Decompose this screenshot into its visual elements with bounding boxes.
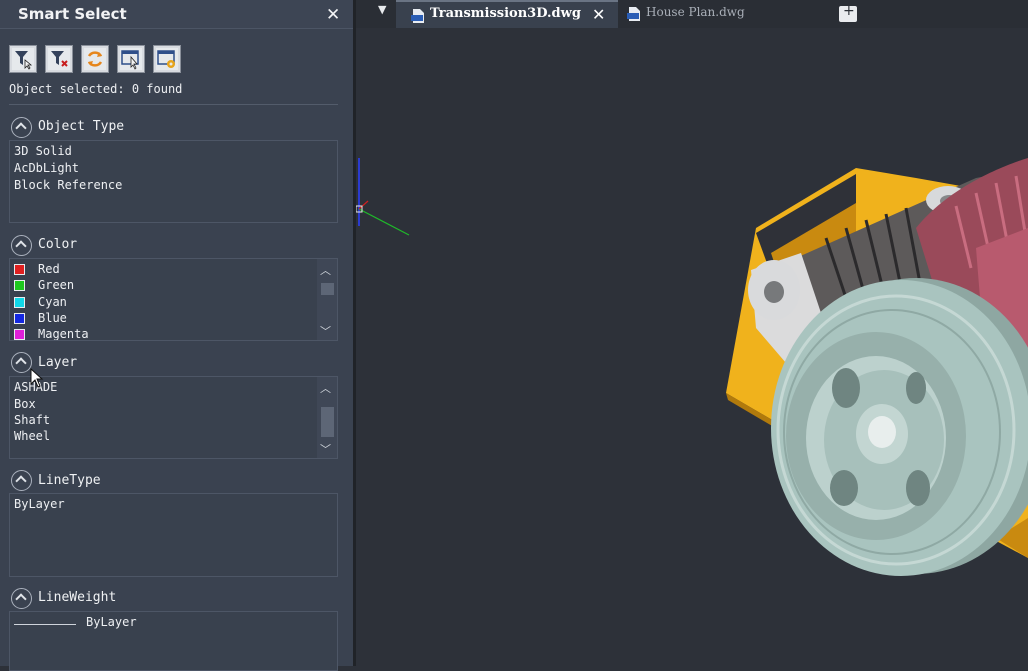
selection-status: Object selected: 0 found bbox=[9, 82, 183, 96]
list-item[interactable]: Box bbox=[14, 397, 36, 411]
color-swatch bbox=[14, 329, 25, 340]
tab-house-plan[interactable]: House Plan.dwg bbox=[620, 0, 830, 28]
list-item[interactable]: Red bbox=[38, 262, 60, 276]
section-lineweight[interactable]: LineWeight bbox=[38, 590, 116, 605]
list-item[interactable]: 3D Solid bbox=[14, 144, 72, 158]
scroll-down-icon[interactable]: ﹀ bbox=[320, 323, 331, 339]
linetype-list[interactable]: ByLayer bbox=[9, 493, 338, 577]
close-icon[interactable]: ✕ bbox=[592, 5, 605, 24]
list-item[interactable]: Block Reference bbox=[14, 178, 122, 192]
section-linetype[interactable]: LineType bbox=[38, 473, 101, 488]
smart-select-panel: Smart Select ✕ Object selected: 0 found … bbox=[0, 0, 353, 671]
collapse-icon[interactable] bbox=[11, 588, 32, 609]
color-swatch bbox=[14, 313, 25, 324]
panel-header: Smart Select ✕ bbox=[0, 0, 353, 28]
color-swatch bbox=[14, 264, 25, 275]
tab-list-dropdown-icon[interactable]: ▼ bbox=[378, 3, 394, 25]
list-item[interactable]: Green bbox=[38, 278, 74, 292]
ucs-icon bbox=[356, 158, 410, 236]
new-tab-icon[interactable] bbox=[839, 3, 857, 22]
collapse-icon[interactable] bbox=[11, 352, 32, 373]
dwg-file-icon bbox=[411, 9, 424, 23]
color-swatch bbox=[14, 297, 25, 308]
scrollbar[interactable]: ︿ ﹀ bbox=[317, 259, 337, 340]
lineweight-sample bbox=[14, 624, 76, 625]
section-object-type[interactable]: Object Type bbox=[38, 119, 124, 134]
divider bbox=[9, 104, 338, 105]
list-item[interactable]: Blue bbox=[38, 311, 67, 325]
list-item[interactable]: ByLayer bbox=[14, 497, 65, 511]
divider bbox=[0, 28, 353, 29]
section-color[interactable]: Color bbox=[38, 237, 77, 252]
close-icon[interactable]: ✕ bbox=[326, 5, 340, 25]
list-item[interactable]: Cyan bbox=[38, 295, 67, 309]
color-swatch bbox=[14, 280, 25, 291]
app-window: Smart Select ✕ Object selected: 0 found … bbox=[0, 0, 1028, 671]
tab-label: House Plan.dwg bbox=[646, 5, 745, 19]
dwg-file-icon bbox=[627, 7, 640, 21]
select-objects-icon[interactable] bbox=[117, 45, 145, 73]
scrollbar[interactable]: ︿ ﹀ bbox=[317, 377, 337, 458]
list-item[interactable]: Magenta bbox=[38, 327, 89, 340]
transmission-model bbox=[726, 158, 1028, 576]
refresh-icon[interactable] bbox=[81, 45, 109, 73]
panel-title: Smart Select bbox=[18, 5, 127, 23]
collapse-icon[interactable] bbox=[11, 470, 32, 491]
scroll-thumb[interactable] bbox=[321, 407, 334, 437]
tab-transmission3d[interactable]: Transmission3D.dwg ✕ bbox=[396, 0, 618, 28]
filter-select-icon[interactable] bbox=[9, 45, 37, 73]
settings-icon[interactable] bbox=[153, 45, 181, 73]
list-item[interactable]: Wheel bbox=[14, 429, 50, 443]
drawing-viewport[interactable] bbox=[356, 28, 1028, 666]
lineweight-list[interactable]: ByLayer bbox=[9, 611, 338, 671]
object-type-list[interactable]: 3D Solid AcDbLight Block Reference bbox=[9, 140, 338, 223]
list-item[interactable]: Shaft bbox=[14, 413, 50, 427]
model-canvas bbox=[356, 158, 1028, 576]
collapse-icon[interactable] bbox=[11, 117, 32, 138]
collapse-icon[interactable] bbox=[11, 235, 32, 256]
scroll-thumb[interactable] bbox=[321, 283, 334, 295]
list-item[interactable]: AcDbLight bbox=[14, 161, 79, 175]
layer-list[interactable]: ASHADE Box Shaft Wheel ︿ ﹀ bbox=[9, 376, 338, 459]
color-list[interactable]: Red Green Cyan Blue Magenta ︿ ﹀ bbox=[9, 258, 338, 341]
scroll-up-icon[interactable]: ︿ bbox=[320, 262, 331, 278]
tab-label: Transmission3D.dwg bbox=[430, 6, 581, 21]
scroll-down-icon[interactable]: ﹀ bbox=[320, 441, 331, 457]
filter-deselect-icon[interactable] bbox=[45, 45, 73, 73]
document-tab-bar: ▼ Transmission3D.dwg ✕ House Plan.dwg bbox=[356, 0, 1028, 28]
mouse-cursor-icon bbox=[30, 368, 44, 388]
scroll-up-icon[interactable]: ︿ bbox=[320, 380, 331, 396]
list-item[interactable]: ByLayer bbox=[86, 615, 137, 629]
